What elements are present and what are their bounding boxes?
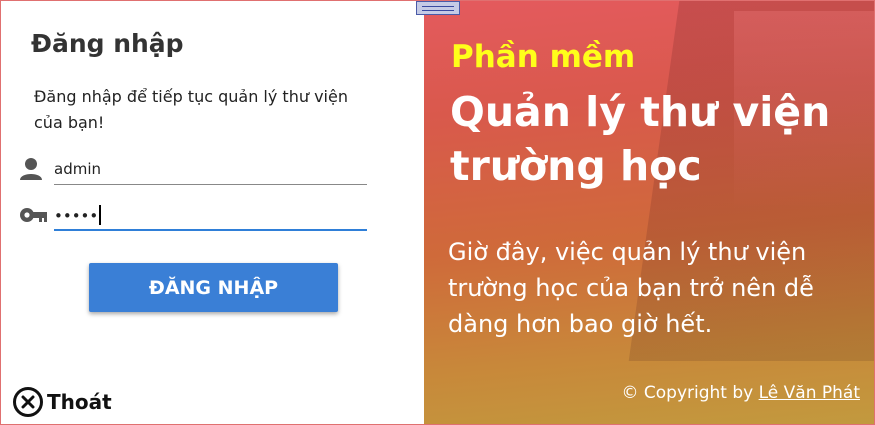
promo-kicker: Phần mềm <box>451 39 636 75</box>
text-caret <box>99 205 101 225</box>
person-icon <box>19 157 45 181</box>
close-circle-icon <box>13 387 43 417</box>
login-subtitle: Đăng nhập để tiếp tục quản lý thư viện c… <box>34 87 348 132</box>
copyright-text: © Copyright by Lê Văn Phát <box>621 383 860 403</box>
copyright-prefix: © Copyright by <box>621 383 759 403</box>
promo-description: Giờ đây, việc quản lý thư viện trường họ… <box>448 238 814 338</box>
username-underline <box>54 184 367 185</box>
exit-button[interactable]: Thoát <box>13 386 112 418</box>
username-field[interactable]: admin <box>19 153 367 185</box>
handle-line <box>422 6 454 7</box>
login-title: Đăng nhập <box>31 29 184 58</box>
password-underline <box>54 229 367 231</box>
login-window: Đăng nhập Đăng nhập để tiếp tục quản lý … <box>0 0 875 425</box>
promo-panel: Phần mềm Quản lý thư viện trường học Giờ… <box>424 1 874 424</box>
author-link[interactable]: Lê Văn Phát <box>759 383 860 403</box>
window-drag-handle[interactable] <box>416 1 460 15</box>
handle-line <box>422 10 454 11</box>
login-panel: Đăng nhập Đăng nhập để tiếp tục quản lý … <box>1 1 424 424</box>
key-icon <box>19 203 47 227</box>
login-button[interactable]: ĐĂNG NHẬP <box>89 263 338 312</box>
username-input[interactable]: admin <box>54 160 101 178</box>
promo-headline: Quản lý thư viện trường học <box>450 88 831 190</box>
password-input[interactable]: ••••• <box>54 205 101 225</box>
password-masked-text: ••••• <box>54 207 99 225</box>
password-field[interactable]: ••••• <box>19 199 367 231</box>
exit-label: Thoát <box>47 390 112 414</box>
